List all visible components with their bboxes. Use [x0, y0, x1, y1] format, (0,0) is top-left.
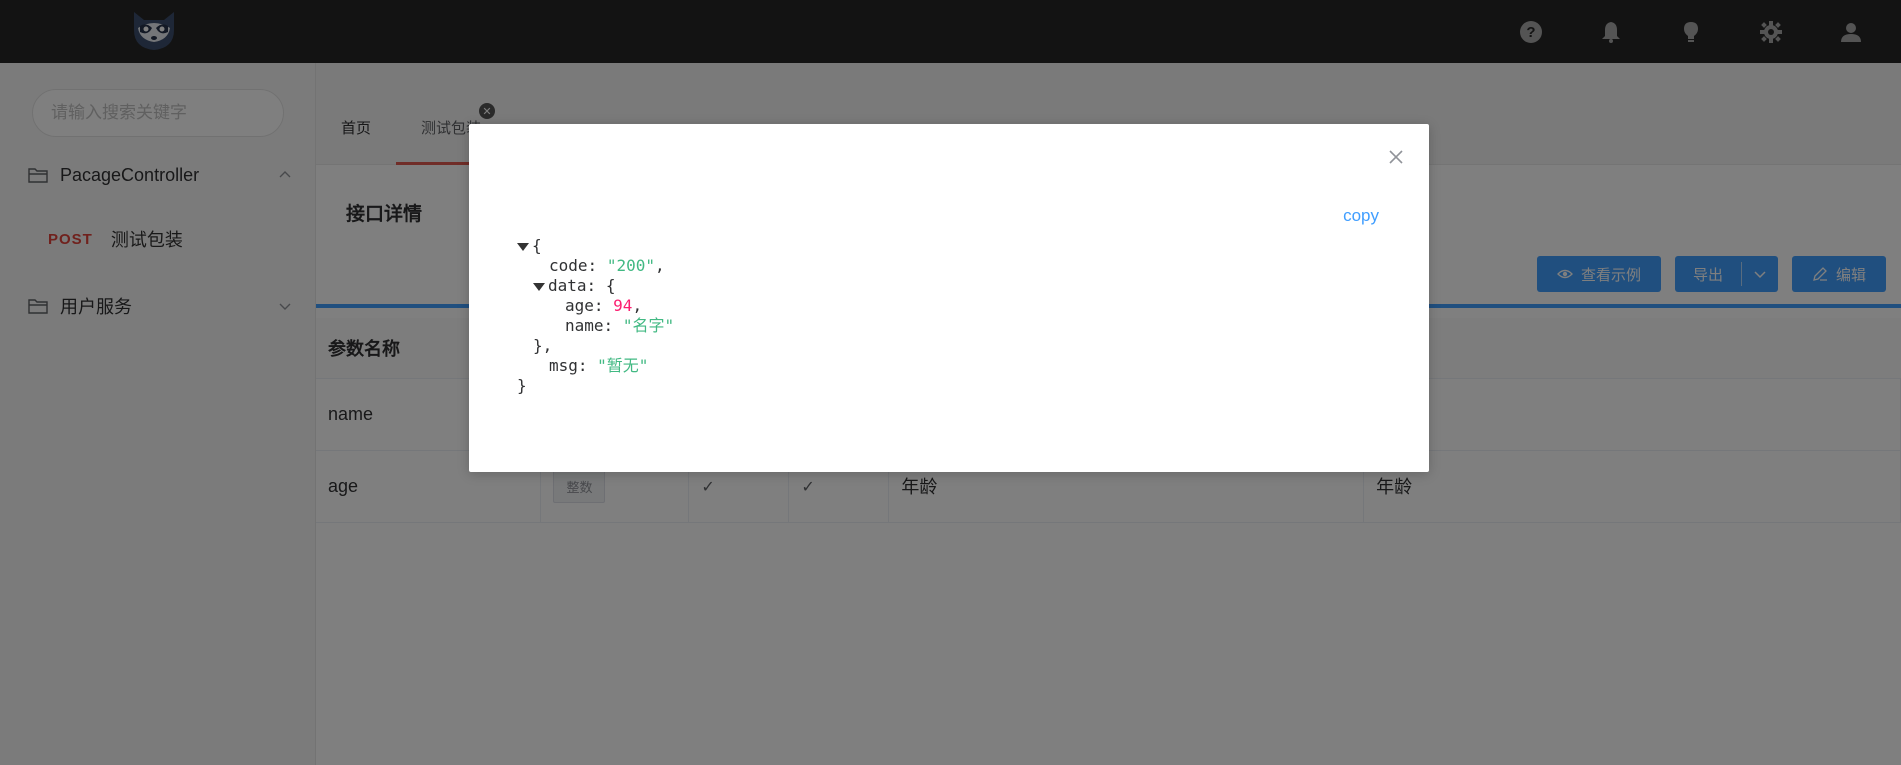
- json-line: {: [517, 236, 674, 256]
- json-line: data: {: [517, 276, 674, 296]
- json-string: "200": [606, 256, 655, 275]
- collapse-toggle-icon[interactable]: [517, 242, 529, 251]
- json-brace: {: [605, 276, 616, 295]
- json-key: code:: [549, 256, 598, 275]
- json-number: 94: [613, 296, 633, 315]
- json-key: msg:: [549, 356, 588, 375]
- json-line: name: "名字": [517, 316, 674, 336]
- json-brace: }: [517, 376, 527, 395]
- copy-link[interactable]: copy: [1343, 206, 1379, 226]
- json-line: age: 94,: [565, 296, 643, 315]
- json-string: "暂无": [597, 356, 649, 375]
- json-line: },: [517, 336, 674, 356]
- json-key: name:: [565, 316, 614, 335]
- close-icon[interactable]: [1387, 148, 1405, 166]
- example-modal: copy { code: "200", data: { age: 94, nam…: [469, 124, 1429, 472]
- json-brace: },: [533, 336, 553, 355]
- json-brace: {: [532, 236, 542, 255]
- json-key: data:: [548, 276, 597, 295]
- json-key: age:: [565, 296, 604, 315]
- json-viewer: { code: "200", data: { age: 94, name: "名…: [517, 236, 674, 396]
- collapse-toggle-icon[interactable]: [533, 282, 545, 291]
- json-line: }: [517, 376, 674, 396]
- json-line: code: "200",: [549, 256, 665, 275]
- json-line: msg: "暂无": [517, 356, 674, 376]
- json-string: "名字": [622, 316, 675, 335]
